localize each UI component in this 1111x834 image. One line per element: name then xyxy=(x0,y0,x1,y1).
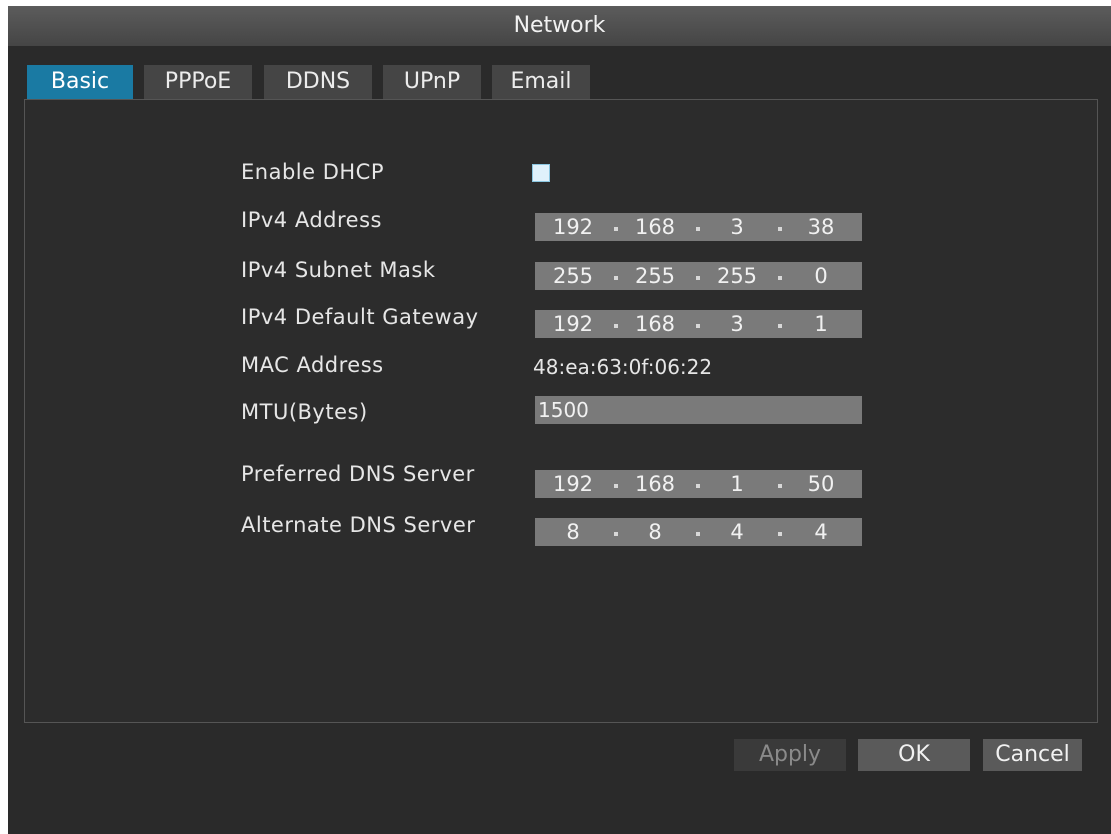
mtu-input[interactable] xyxy=(535,396,862,424)
dhcp-label: Enable DHCP xyxy=(241,160,384,184)
octet-separator xyxy=(696,276,700,280)
apply-button[interactable]: Apply xyxy=(734,739,846,771)
ipv4-address-octet-4[interactable]: 38 xyxy=(797,213,845,241)
octet-separator xyxy=(778,532,782,536)
preferred-dns-octet-1[interactable]: 192 xyxy=(549,470,597,498)
gateway-octet-2[interactable]: 168 xyxy=(631,310,679,338)
subnet-mask-octet-4[interactable]: 0 xyxy=(797,262,845,290)
octet-separator xyxy=(696,484,700,488)
ipv4-address-octet-3[interactable]: 3 xyxy=(713,213,761,241)
octet-separator xyxy=(614,276,618,280)
octet-separator xyxy=(778,276,782,280)
ipv4-address-octet-2[interactable]: 168 xyxy=(631,213,679,241)
gateway-octet-1[interactable]: 192 xyxy=(549,310,597,338)
ipv4-address-label: IPv4 Address xyxy=(241,208,382,232)
octet-separator xyxy=(696,532,700,536)
mac-address-label: MAC Address xyxy=(241,353,384,377)
preferred-dns-label: Preferred DNS Server xyxy=(241,462,475,486)
tab-pppoe[interactable]: PPPoE xyxy=(144,65,252,99)
tab-ddns[interactable]: DDNS xyxy=(264,65,372,99)
alternate-dns-octet-2[interactable]: 8 xyxy=(631,518,679,546)
preferred-dns-octet-3[interactable]: 1 xyxy=(713,470,761,498)
mtu-label: MTU(Bytes) xyxy=(241,400,368,424)
octet-separator xyxy=(778,324,782,328)
ipv4-address-octet-1[interactable]: 192 xyxy=(549,213,597,241)
subnet-mask-octet-3[interactable]: 255 xyxy=(713,262,761,290)
mac-address-value: 48:ea:63:0f:06:22 xyxy=(533,355,713,379)
subnet-mask-field: 255 255 255 0 xyxy=(535,262,862,290)
octet-separator xyxy=(614,324,618,328)
octet-separator xyxy=(614,227,618,231)
alternate-dns-label: Alternate DNS Server xyxy=(241,513,476,537)
ok-button[interactable]: OK xyxy=(858,739,970,771)
dhcp-checkbox[interactable] xyxy=(532,164,550,182)
alternate-dns-octet-1[interactable]: 8 xyxy=(549,518,597,546)
gateway-label: IPv4 Default Gateway xyxy=(241,305,479,329)
alternate-dns-field: 8 8 4 4 xyxy=(535,518,862,546)
alternate-dns-octet-4[interactable]: 4 xyxy=(797,518,845,546)
ipv4-address-field: 192 168 3 38 xyxy=(535,213,862,241)
tab-basic[interactable]: Basic xyxy=(27,65,133,99)
subnet-mask-octet-1[interactable]: 255 xyxy=(549,262,597,290)
dialog-title: Network xyxy=(8,6,1111,46)
tab-email[interactable]: Email xyxy=(492,65,590,99)
octet-separator xyxy=(696,227,700,231)
preferred-dns-octet-2[interactable]: 168 xyxy=(631,470,679,498)
alternate-dns-octet-3[interactable]: 4 xyxy=(713,518,761,546)
octet-separator xyxy=(614,532,618,536)
octet-separator xyxy=(696,324,700,328)
gateway-octet-3[interactable]: 3 xyxy=(713,310,761,338)
subnet-mask-octet-2[interactable]: 255 xyxy=(631,262,679,290)
preferred-dns-octet-4[interactable]: 50 xyxy=(797,470,845,498)
tab-upnp[interactable]: UPnP xyxy=(383,65,481,99)
cancel-button[interactable]: Cancel xyxy=(983,739,1082,771)
gateway-field: 192 168 3 1 xyxy=(535,310,862,338)
octet-separator xyxy=(778,484,782,488)
octet-separator xyxy=(778,227,782,231)
basic-settings-panel: Enable DHCP IPv4 Address 192 168 3 38 IP… xyxy=(24,99,1098,723)
subnet-mask-label: IPv4 Subnet Mask xyxy=(241,258,436,282)
network-dialog: Network Basic PPPoE DDNS UPnP Email Enab… xyxy=(8,6,1111,834)
preferred-dns-field: 192 168 1 50 xyxy=(535,470,862,498)
octet-separator xyxy=(614,484,618,488)
gateway-octet-4[interactable]: 1 xyxy=(797,310,845,338)
